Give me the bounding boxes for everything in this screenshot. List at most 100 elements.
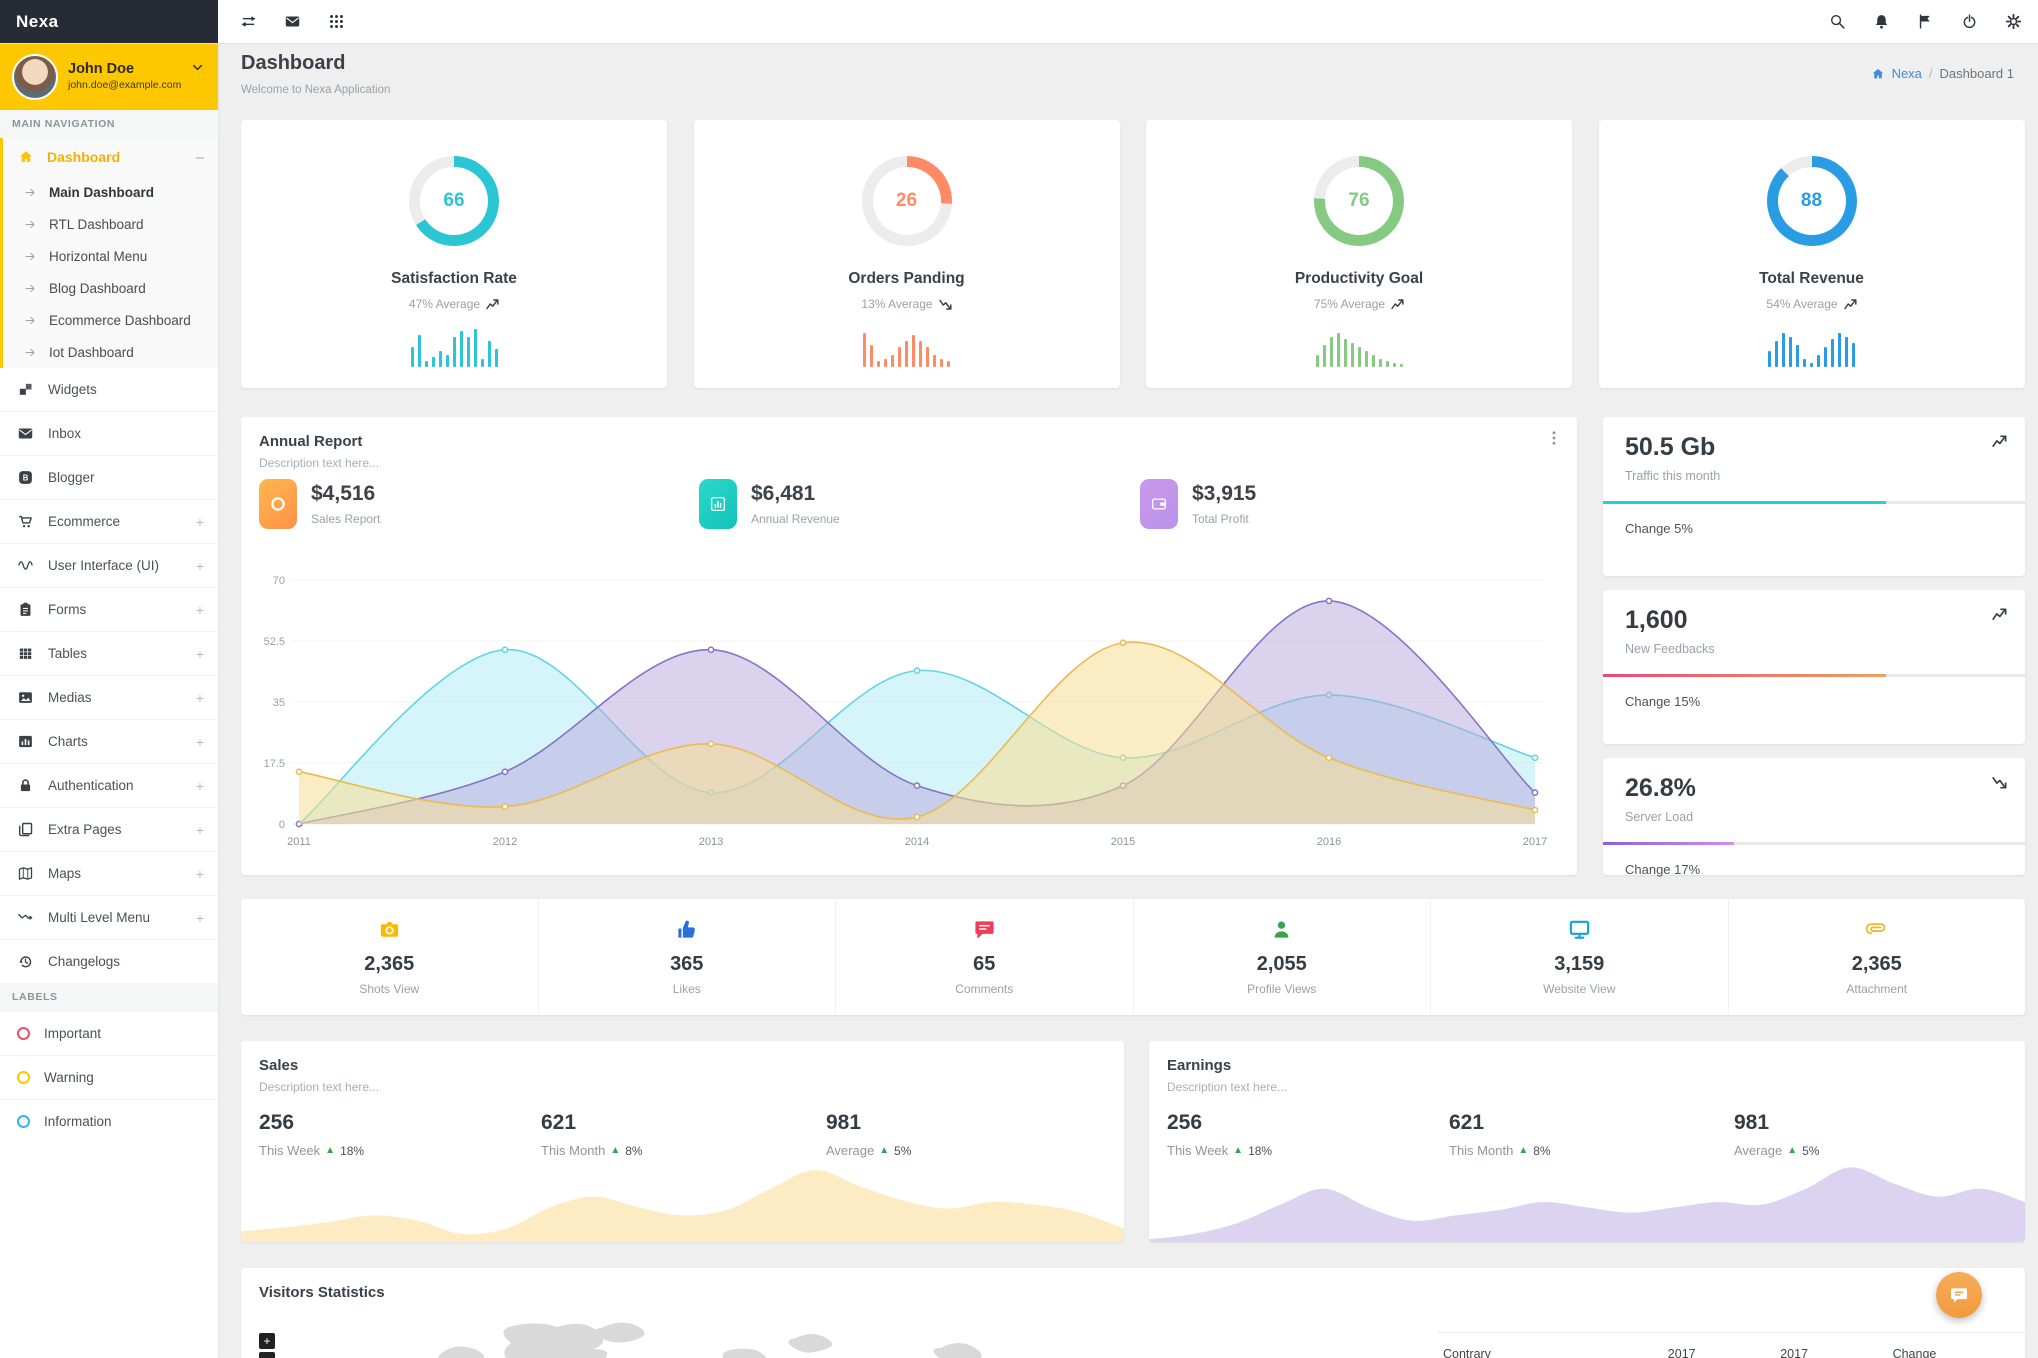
sidebar-item-ecommerce[interactable]: Ecommerce + [0,499,218,543]
sidebar-item-inbox[interactable]: Inbox [0,411,218,455]
map-icon [17,865,34,882]
sidebar: John Doe john.doe@example.com MAIN NAVIG… [0,43,218,1358]
sidebar-toggle-icon[interactable] [240,13,257,30]
sidebar-subitem-main-dashboard[interactable]: Main Dashboard [3,176,218,208]
topbar-right-icons [1829,0,2022,43]
map-zoom-out-button[interactable]: − [259,1352,275,1358]
sidebar-label-warning[interactable]: Warning [0,1055,218,1099]
label-ring-icon [17,1071,30,1084]
blogger-icon [17,469,34,486]
inbox-icon [17,425,34,442]
progress-track [1603,674,2025,677]
delta-up-icon: ▲ [610,1145,621,1156]
side-card-server-load: 26.8% Server Load Change 17% [1603,758,2025,877]
card-subtitle: Description text here... [1167,1080,1288,1094]
quick-stat-comments[interactable]: 65 Comments [836,899,1134,1015]
sidebar-subitem-rtl-dashboard[interactable]: RTL Dashboard [3,208,218,240]
expand-plus-icon: + [195,689,204,706]
flag-icon[interactable] [1917,13,1934,30]
monitor-icon [1568,918,1591,941]
nav-section-label: MAIN NAVIGATION [0,110,218,138]
power-icon[interactable] [1961,13,1978,30]
sidebar-item-user-interface-ui[interactable]: User Interface (UI) + [0,543,218,587]
sidebar-item-maps[interactable]: Maps + [0,851,218,895]
arrow-right-icon [24,282,37,295]
sidebar-item-dashboard[interactable]: Dashboard – [3,138,218,176]
comment-icon [973,918,996,941]
sidebar-subitem-horizontal-menu[interactable]: Horizontal Menu [3,240,218,272]
sidebar-item-multi-level-menu[interactable]: Multi Level Menu + [0,895,218,939]
chat-fab-button[interactable] [1936,1272,1982,1318]
main-content: Dashboard Welcome to Nexa Application Ne… [218,43,2038,1358]
apps-grid-icon[interactable] [328,13,345,30]
sidebar-subitem-ecommerce-dashboard[interactable]: Ecommerce Dashboard [3,304,218,336]
sidebar-item-forms[interactable]: Forms + [0,587,218,631]
sidebar-item-medias[interactable]: Medias + [0,675,218,719]
earnings-card: Earnings Description text here... 256 Th… [1149,1041,2025,1242]
search-icon[interactable] [1829,13,1846,30]
quick-stat-shots-view[interactable]: 2,365 Shots View [241,899,539,1015]
sidebar-label-important[interactable]: Important [0,1011,218,1055]
ui-icon [17,557,34,574]
chevron-down-icon[interactable] [191,61,204,74]
sidebar-item-blogger[interactable]: Blogger [0,455,218,499]
person-icon [1270,918,1293,941]
medias-icon [17,689,34,706]
user-email: john.doe@example.com [68,79,182,91]
kpi-average: 47% Average [241,297,667,311]
expand-plus-icon: + [195,601,204,618]
avatar [12,53,58,100]
quick-stat-likes[interactable]: 365 Likes [539,899,836,1015]
breadcrumb-home-icon[interactable] [1871,67,1885,81]
card-subtitle: Description text here... [259,456,380,470]
sidebar-subitem-blog-dashboard[interactable]: Blog Dashboard [3,272,218,304]
delta-up-icon: ▲ [1233,1145,1244,1156]
sidebar-item-tables[interactable]: Tables + [0,631,218,675]
multilevel-icon [17,909,34,926]
sidebar-item-authentication[interactable]: Authentication + [0,763,218,807]
sidebar-item-extra-pages[interactable]: Extra Pages + [0,807,218,851]
kpi-average: 54% Average [1599,297,2025,311]
spark-bar-chart [241,327,667,367]
trend-down-icon [939,299,952,310]
sidebar-label-information[interactable]: Information [0,1099,218,1143]
kpi-title: Total Revenue [1759,270,1864,287]
sidebar-subitem-iot-dashboard[interactable]: Iot Dashboard [3,336,218,368]
sidebar-item-charts[interactable]: Charts + [0,719,218,763]
svg-text:2016: 2016 [1317,836,1341,848]
progress-fill [1603,501,1886,504]
visitors-table: Contrary 2017 2017 Change [1437,1332,2025,1358]
trend-up-icon [1391,299,1404,310]
collapse-minus-icon[interactable]: – [196,149,204,166]
brand-logo[interactable]: Nexa [0,0,218,43]
label-ring-icon [17,1115,30,1128]
tables-icon [17,645,34,662]
sidebar-item-widgets[interactable]: Widgets [0,368,218,411]
ring-icon [259,479,297,529]
topbar-left-icons [240,0,345,43]
quick-stat-profile-views[interactable]: 2,055 Profile Views [1134,899,1431,1015]
earnings-stat-average: 981 Average ▲ 5% [1734,1111,1820,1158]
topbar: Nexa [0,0,2038,44]
world-map[interactable] [301,1308,1351,1358]
card-title: Visitors Statistics [259,1284,385,1301]
map-zoom-in-button[interactable]: + [259,1333,275,1349]
sales-stat-average: 981 Average ▲ 5% [826,1111,912,1158]
chat-icon [1949,1285,1969,1305]
annual-report-card: Annual Report Description text here... $… [241,417,1577,875]
spark-bar-chart [1599,327,2025,367]
svg-text:0: 0 [279,819,285,831]
sidebar-item-changelogs[interactable]: Changelogs [0,939,218,983]
kebab-menu-icon[interactable] [1545,429,1563,447]
quick-stat-attachment[interactable]: 2,365 Attachment [1729,899,2026,1015]
nexa-dashboard-app: Nexa John Doe john.doe@example.com MAIN … [0,0,2038,1358]
quick-stat-website-view[interactable]: 3,159 Website View [1431,899,1729,1015]
gear-icon[interactable] [2005,13,2022,30]
sidebar-group-dashboard: Dashboard – Main Dashboard RTL Dashboard… [0,138,218,368]
trend-up-icon [1992,608,2007,621]
user-profile-card[interactable]: John Doe john.doe@example.com [0,43,218,110]
messages-icon[interactable] [284,13,301,30]
breadcrumb-link[interactable]: Nexa [1892,66,1922,81]
notifications-bell-icon[interactable] [1873,13,1890,30]
card-title: Earnings [1167,1057,1232,1074]
